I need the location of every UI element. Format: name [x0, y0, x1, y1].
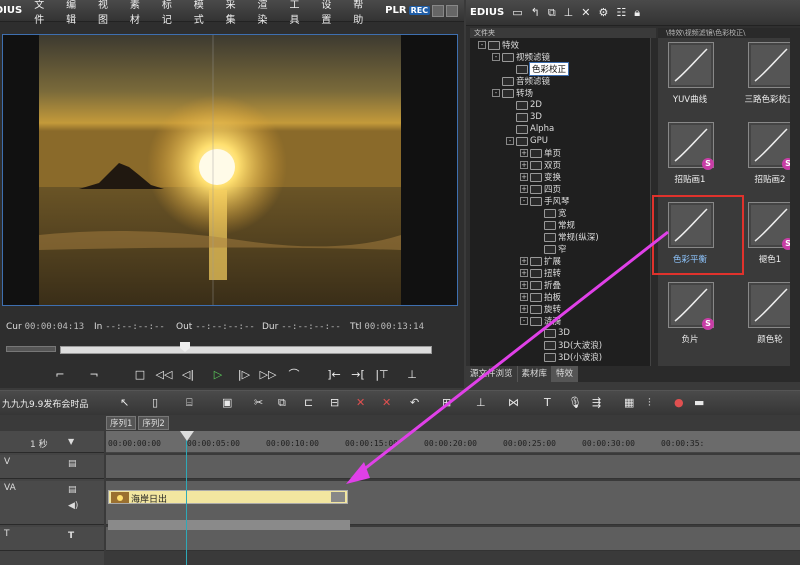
- edius-window: EDIUS 文件 编辑 视图 素材 标记 模式 采集 渲染 工具 设置 帮助 P…: [0, 0, 800, 565]
- annotation-arrow: [346, 230, 669, 484]
